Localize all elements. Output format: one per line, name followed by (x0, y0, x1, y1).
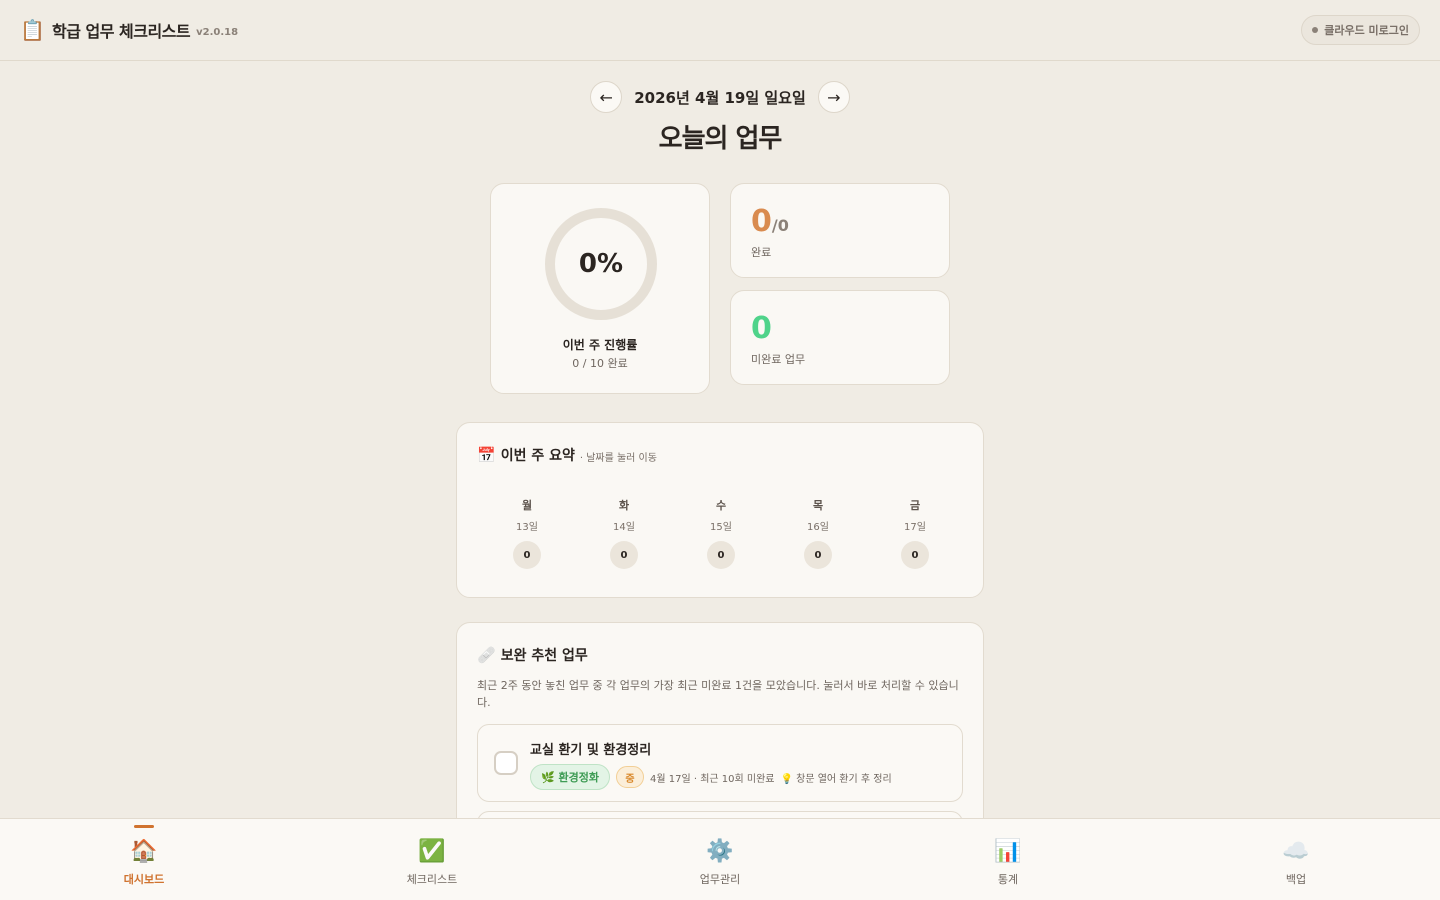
check-icon: ✅ (418, 839, 446, 864)
done-total: /0 (771, 216, 789, 235)
cloud-icon: ☁️ (1282, 839, 1310, 864)
done-label: 완료 (751, 246, 772, 259)
day-count-badge: 0 (513, 541, 541, 569)
current-date: 2026년 4월 19일 일요일 (634, 88, 806, 107)
task-meta: 🌿 환경정화 중 4월 17일 · 최근 10회 미완료 💡 창문 열어 환기 … (530, 764, 892, 790)
day-name: 수 (715, 499, 727, 512)
weekly-progress-card: 0% 이번 주 진행률 0 / 10 완료 (490, 183, 710, 394)
recommended-title: 보완 추천 업무 (500, 648, 588, 664)
bottom-navigation: 🏠 대시보드 ✅ 체크리스트 ⚙️ 업무관리 📊 통계 ☁️ 백업 (0, 818, 1440, 900)
category-tag: 🌿 환경정화 (530, 764, 611, 790)
bandage-icon: 🩹 (477, 646, 496, 664)
cloud-login-label: 클라우드 미로그인 (1324, 24, 1409, 37)
task-date: 4월 17일 · 최근 10회 미완료 (650, 773, 775, 785)
app-title: 학급 업무 체크리스트 (52, 22, 191, 41)
day-count-badge: 0 (804, 541, 832, 569)
day-count-badge: 0 (901, 541, 929, 569)
nav-label: 대시보드 (123, 873, 165, 886)
day-thursday[interactable]: 목 16일 0 (790, 497, 846, 569)
day-name: 목 (812, 499, 824, 512)
day-tuesday[interactable]: 화 14일 0 (596, 497, 652, 569)
day-date: 14일 (613, 522, 635, 533)
day-monday[interactable]: 월 13일 0 (499, 497, 555, 569)
week-summary-hint: · 날짜를 눌러 이동 (579, 452, 657, 464)
nav-stats[interactable]: 📊 통계 (864, 819, 1152, 900)
week-summary-title: 이번 주 요약 (500, 448, 575, 464)
day-wednesday[interactable]: 수 15일 0 (693, 497, 749, 569)
day-count-badge: 0 (610, 541, 638, 569)
task-item[interactable]: 교실 환기 및 환경정리 🌿 환경정화 중 4월 17일 · 최근 10회 미완… (477, 724, 963, 802)
day-date: 16일 (807, 522, 829, 533)
day-name: 월 (521, 499, 533, 512)
day-date: 15일 (710, 522, 732, 533)
task-title: 교실 환기 및 환경정리 (530, 743, 652, 758)
gear-icon: ⚙️ (706, 839, 734, 864)
week-summary-card: 📅 이번 주 요약 · 날짜를 눌러 이동 월 13일 0 화 14일 0 수 … (456, 422, 984, 598)
nav-label: 백업 (1285, 873, 1307, 886)
prev-day-button[interactable]: ← (590, 81, 623, 113)
nav-label: 업무관리 (699, 873, 741, 886)
status-dot-icon (1312, 27, 1319, 33)
todo-label: 미완료 업무 (751, 353, 806, 366)
nav-task-manage[interactable]: ⚙️ 업무관리 (576, 819, 864, 900)
top-bar: 📋 학급 업무 체크리스트 v2.0.18 클라우드 미로그인 (0, 0, 1440, 61)
progress-percent: 0% (578, 249, 624, 279)
progress-ring: 0% (545, 208, 657, 320)
cloud-login-button[interactable]: 클라우드 미로그인 (1301, 15, 1420, 45)
recommended-header: 🩹 보완 추천 업무 (477, 645, 588, 665)
nav-dashboard[interactable]: 🏠 대시보드 (0, 819, 288, 900)
day-friday[interactable]: 금 17일 0 (887, 497, 943, 569)
done-stat-card: 0/0 완료 (730, 183, 950, 278)
clipboard-icon: 📋 (20, 18, 45, 42)
date-navigation: ← 2026년 4월 19일 일요일 → (0, 81, 1440, 113)
day-name: 금 (909, 499, 921, 512)
page-title: 오늘의 업무 (658, 124, 783, 154)
day-count-badge: 0 (707, 541, 735, 569)
priority-badge: 중 (616, 766, 645, 788)
task-tip: 💡 창문 열어 환기 후 정리 (780, 773, 892, 785)
house-icon: 🏠 (130, 839, 158, 864)
day-name: 화 (618, 499, 630, 512)
nav-label: 체크리스트 (406, 873, 458, 886)
recommended-description: 최근 2주 동안 놓친 업무 중 각 업무의 가장 최근 미완료 1건을 모았습… (477, 679, 959, 709)
next-day-button[interactable]: → (817, 81, 850, 113)
nav-label: 통계 (997, 873, 1019, 886)
day-date: 13일 (516, 522, 538, 533)
calendar-icon: 📅 (477, 446, 496, 464)
todo-stat-card: 0 미완료 업무 (730, 290, 950, 385)
task-checkbox[interactable] (494, 751, 518, 775)
todo-count: 0 (751, 311, 772, 346)
progress-count: 0 / 10 완료 (572, 357, 628, 370)
app-version: v2.0.18 (196, 26, 239, 38)
done-count: 0/0 (751, 204, 789, 239)
day-date: 17일 (904, 522, 926, 533)
bar-chart-icon: 📊 (994, 839, 1022, 864)
nav-backup[interactable]: ☁️ 백업 (1152, 819, 1440, 900)
nav-checklist[interactable]: ✅ 체크리스트 (288, 819, 576, 900)
week-days: 월 13일 0 화 14일 0 수 15일 0 목 16일 0 금 17일 0 (477, 497, 965, 569)
progress-label: 이번 주 진행률 (562, 338, 638, 352)
week-summary-header: 📅 이번 주 요약 · 날짜를 눌러 이동 (477, 445, 657, 465)
